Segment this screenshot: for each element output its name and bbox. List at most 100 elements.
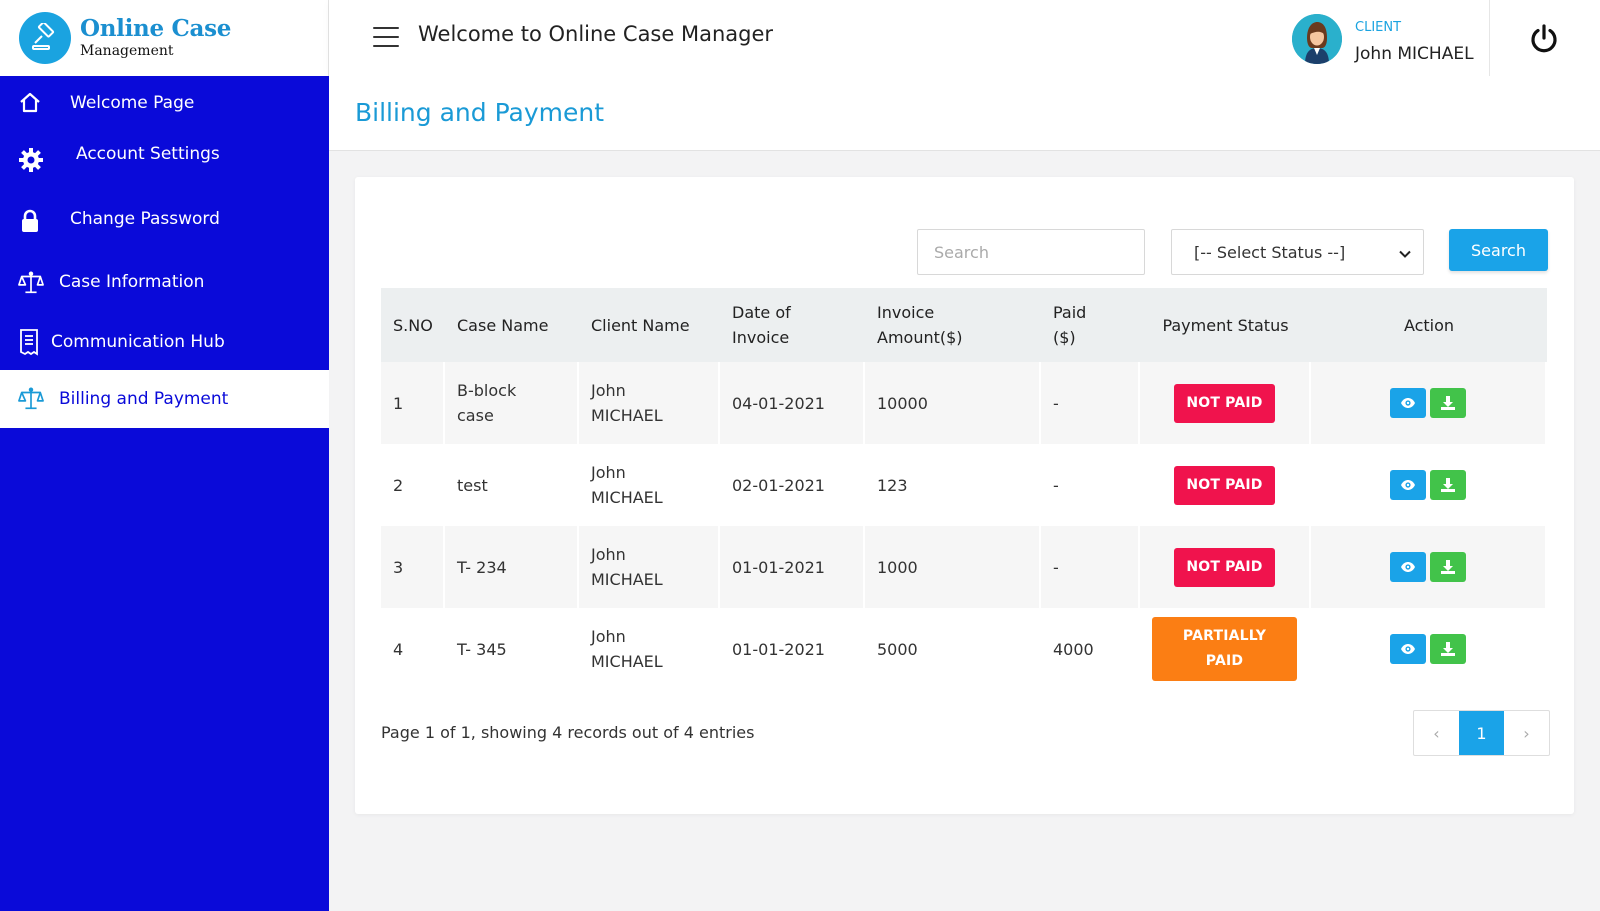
- header-divider: [1489, 0, 1490, 76]
- brand-subtitle: Management: [80, 43, 174, 59]
- status-badge: NOT PAID: [1174, 547, 1275, 587]
- cell-sno: 3: [381, 526, 445, 608]
- pagination-info: Page 1 of 1, showing 4 records out of 4 …: [381, 723, 755, 742]
- cell-paid: 4000: [1041, 608, 1140, 690]
- cell-action: [1311, 362, 1547, 444]
- scales-icon: [18, 386, 44, 412]
- gear-icon: [18, 147, 44, 173]
- cell-action: [1311, 526, 1547, 608]
- eye-icon: [1401, 562, 1415, 572]
- status-badge: NOT PAID: [1174, 465, 1275, 505]
- cell-sno: 1: [381, 362, 445, 444]
- table-row: 4 T- 345 John MICHAEL 01-01-2021 5000 4000 PAR…: [381, 608, 1547, 690]
- column-header-invoice-amount: Invoice Amount($): [865, 288, 1041, 362]
- table-row: 1 B-block case John MICHAEL 04-01-2021 10000…: [381, 362, 1547, 444]
- download-icon: [1441, 396, 1455, 410]
- sidebar: Online Case Management Welcome Page Acco…: [0, 0, 329, 911]
- view-button[interactable]: [1390, 552, 1426, 582]
- status-badge: PARTIALLY PAID: [1152, 617, 1297, 681]
- receipt-icon: [16, 329, 42, 356]
- cell-case-name: T- 234: [445, 526, 579, 608]
- cell-invoice-amount: 5000: [865, 608, 1041, 690]
- scales-icon: [18, 270, 44, 296]
- cell-payment-status: NOT PAID: [1140, 362, 1311, 444]
- download-button[interactable]: [1430, 552, 1466, 582]
- cell-invoice-amount: 1000: [865, 526, 1041, 608]
- sidebar-item-label: Case Information: [59, 272, 205, 292]
- home-icon: [17, 90, 43, 116]
- download-icon: [1441, 560, 1455, 574]
- column-header-case-name: Case Name: [445, 288, 579, 362]
- pagination-next-button[interactable]: ›: [1504, 711, 1549, 755]
- cell-sno: 2: [381, 444, 445, 526]
- cell-client-name: John MICHAEL: [579, 444, 720, 526]
- sidebar-item-welcome-page[interactable]: Welcome Page: [0, 76, 329, 130]
- pagination: ‹ 1 ›: [1413, 710, 1550, 756]
- sidebar-item-change-password[interactable]: Change Password: [0, 190, 329, 252]
- download-icon: [1441, 642, 1455, 656]
- user-role: CLIENT: [1355, 20, 1402, 35]
- sidebar-item-label: Welcome Page: [70, 93, 195, 113]
- sidebar-item-label: Billing and Payment: [59, 389, 229, 409]
- download-icon: [1441, 478, 1455, 492]
- cell-sno: 4: [381, 608, 445, 690]
- sidebar-item-label: Change Password: [70, 209, 220, 229]
- table-row: 3 T- 234 John MICHAEL 01-01-2021 1000- NOT PA…: [381, 526, 1547, 608]
- column-header-client-name: Client Name: [579, 288, 720, 362]
- page-title: Billing and Payment: [355, 98, 605, 127]
- eye-icon: [1401, 480, 1415, 490]
- sidebar-item-billing-and-payment[interactable]: Billing and Payment: [0, 370, 329, 428]
- billing-card: [-- Select Status --] Search S.NO Case N…: [355, 177, 1574, 814]
- search-button[interactable]: Search: [1449, 229, 1548, 271]
- column-header-date: Date of Invoice: [720, 288, 865, 362]
- column-header-action: Action: [1311, 288, 1547, 362]
- brand-title: Online Case: [80, 15, 232, 42]
- sidebar-item-account-settings[interactable]: Account Settings: [0, 130, 329, 190]
- cell-invoice-amount: 123: [865, 444, 1041, 526]
- user-name: John MICHAEL: [1355, 44, 1474, 64]
- download-button[interactable]: [1430, 388, 1466, 418]
- sidebar-item-communication-hub[interactable]: Communication Hub: [0, 314, 329, 370]
- cell-case-name: T- 345: [445, 608, 579, 690]
- cell-case-name: B-block case: [445, 362, 579, 444]
- eye-icon: [1401, 644, 1415, 654]
- menu-toggle-icon[interactable]: [373, 27, 399, 47]
- cell-date: 01-01-2021: [720, 608, 865, 690]
- cell-paid: -: [1041, 526, 1140, 608]
- status-badge: NOT PAID: [1174, 383, 1275, 423]
- gavel-icon: [19, 12, 71, 64]
- view-button[interactable]: [1390, 470, 1426, 500]
- view-button[interactable]: [1390, 388, 1426, 418]
- brand-logo[interactable]: Online Case Management: [0, 0, 329, 76]
- cell-date: 02-01-2021: [720, 444, 865, 526]
- cell-paid: -: [1041, 444, 1140, 526]
- sidebar-item-label: Communication Hub: [51, 332, 225, 352]
- view-button[interactable]: [1390, 634, 1426, 664]
- cell-client-name: John MICHAEL: [579, 608, 720, 690]
- pagination-page-button[interactable]: 1: [1459, 711, 1504, 755]
- cell-payment-status: PARTIALLY PAID: [1140, 608, 1311, 690]
- pagination-prev-button[interactable]: ‹: [1414, 711, 1459, 755]
- power-icon[interactable]: [1527, 22, 1561, 56]
- sidebar-item-case-information[interactable]: Case Information: [0, 252, 329, 314]
- avatar[interactable]: [1292, 14, 1342, 64]
- search-input[interactable]: [917, 229, 1145, 275]
- download-button[interactable]: [1430, 470, 1466, 500]
- status-select[interactable]: [-- Select Status --]: [1171, 229, 1424, 275]
- welcome-title: Welcome to Online Case Manager: [418, 22, 774, 46]
- cell-date: 01-01-2021: [720, 526, 865, 608]
- billing-table: S.NO Case Name Client Name Date of Invoi…: [381, 288, 1547, 690]
- table-row: 2 test John MICHAEL 02-01-2021 123- NOT PAID: [381, 444, 1547, 526]
- sidebar-item-label: Account Settings: [76, 144, 220, 164]
- table-header-row: S.NO Case Name Client Name Date of Invoi…: [381, 288, 1547, 362]
- column-header-paid: Paid ($): [1041, 288, 1140, 362]
- status-select-value: [-- Select Status --]: [1194, 242, 1346, 262]
- header: Welcome to Online Case Manager CLIENT Jo…: [329, 0, 1600, 76]
- cell-action: [1311, 444, 1547, 526]
- download-button[interactable]: [1430, 634, 1466, 664]
- cell-case-name: test: [445, 444, 579, 526]
- cell-paid: -: [1041, 362, 1140, 444]
- lock-icon: [17, 208, 43, 234]
- cell-action: [1311, 608, 1547, 690]
- cell-payment-status: NOT PAID: [1140, 444, 1311, 526]
